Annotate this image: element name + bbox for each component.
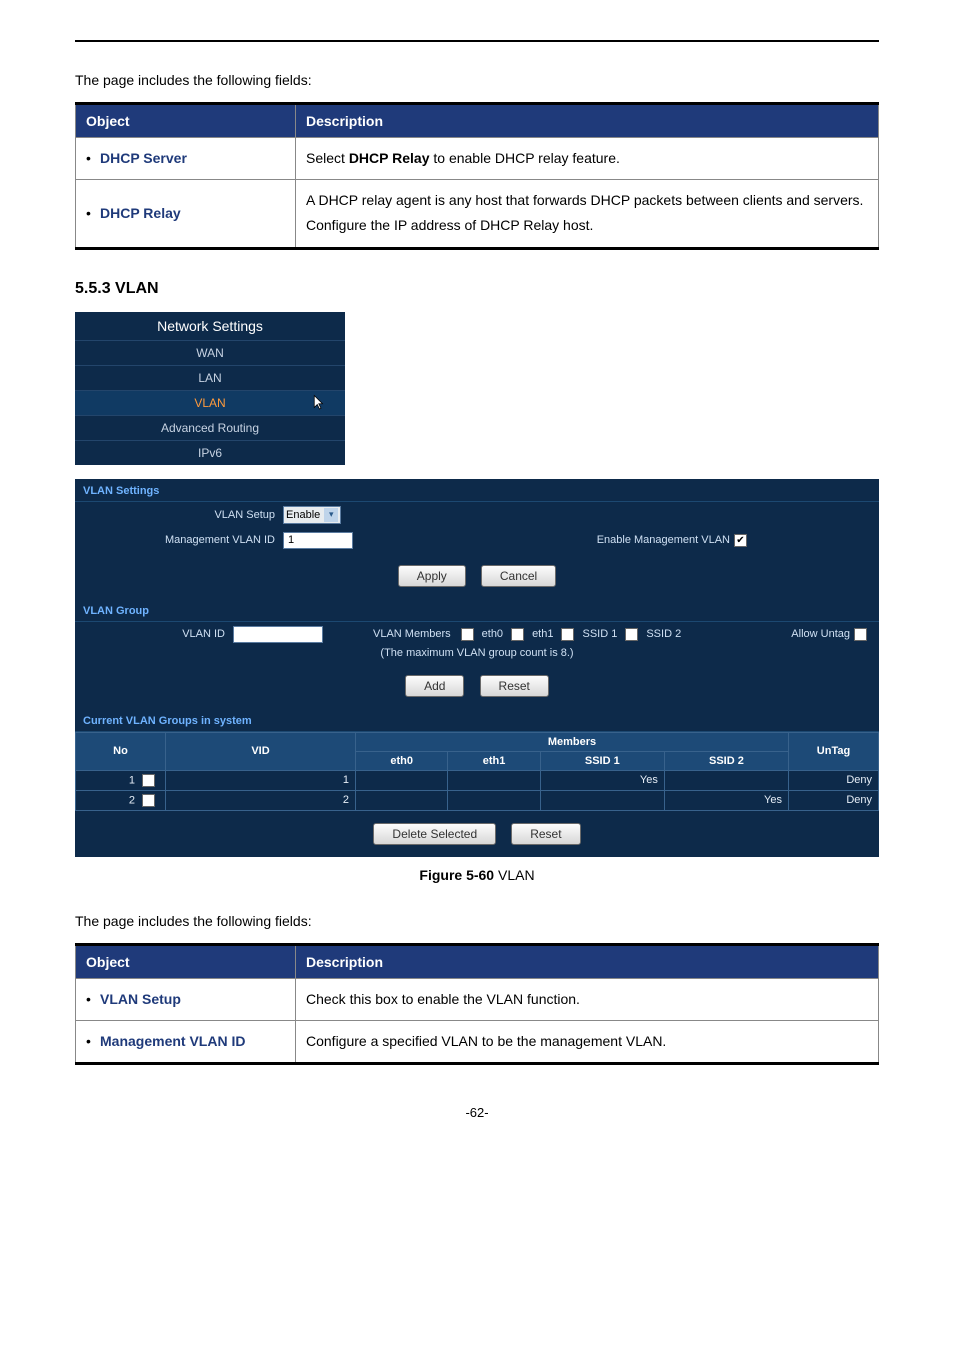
figure-caption: Figure 5-60 VLAN <box>75 867 879 883</box>
figure-caption-bold: Figure 5-60 <box>419 867 494 883</box>
obj-mgmt-vlan-id: •Management VLAN ID <box>76 1020 296 1063</box>
desc-dhcp-server: Select DHCP Relay to enable DHCP relay f… <box>296 138 879 180</box>
row1-eth0 <box>356 770 448 790</box>
intro-text-1: The page includes the following fields: <box>75 72 879 88</box>
desc-pre: Select <box>306 150 349 166</box>
vlan-setup-label: VLAN Setup <box>83 509 283 521</box>
current-groups-title: Current VLAN Groups in system <box>75 709 879 732</box>
cursor-icon <box>309 394 327 417</box>
obj-vlan-setup-label: VLAN Setup <box>100 991 181 1007</box>
desc-bold: DHCP Relay <box>349 150 430 166</box>
vlan-panel: VLAN Settings VLAN Setup Enable ▾ Manage… <box>75 479 879 857</box>
nav-item-wan[interactable]: WAN <box>75 340 345 365</box>
desc-mgmt-vlan-id: Configure a specified VLAN to be the man… <box>296 1020 879 1063</box>
row2-eth1 <box>448 790 540 810</box>
nav-item-vlan-label: VLAN <box>194 396 225 410</box>
row2-vid: 2 <box>166 790 356 810</box>
mgmt-vlan-id-label: Management VLAN ID <box>83 534 283 546</box>
row1-ssid1: Yes <box>540 770 664 790</box>
intro-text-2: The page includes the following fields: <box>75 913 879 929</box>
row2-untag: Deny <box>789 790 879 810</box>
vlan-group-note: (The maximum VLAN group count is 8.) <box>75 647 879 663</box>
member-ssid2-label: SSID 2 <box>646 628 681 640</box>
row2-no: 2 <box>76 790 166 810</box>
row1-eth1 <box>448 770 540 790</box>
vlan-id-label: VLAN ID <box>83 628 233 640</box>
enable-mgmt-vlan-checkbox[interactable]: ✔ <box>734 534 747 547</box>
desc-relay-l2: Configure the IP address of DHCP Relay h… <box>306 213 868 238</box>
row2-checkbox[interactable] <box>142 794 155 807</box>
obj-dhcp-relay-label: DHCP Relay <box>100 205 181 221</box>
table-row: 2 2 Yes Deny <box>76 790 879 810</box>
row1-ssid2 <box>664 770 788 790</box>
th-eth1: eth1 <box>448 751 540 770</box>
row1-vid: 1 <box>166 770 356 790</box>
vlan-members-label: VLAN Members <box>373 628 451 640</box>
chevron-down-icon: ▾ <box>324 508 338 522</box>
vlan-groups-table: No VID Members UnTag eth0 eth1 SSID 1 SS… <box>75 732 879 811</box>
obj-dhcp-server-label: DHCP Server <box>100 150 187 166</box>
vlan-group-title: VLAN Group <box>75 599 879 622</box>
allow-untag-label: Allow Untag <box>791 628 850 640</box>
nav-title: Network Settings <box>75 312 345 340</box>
nav-item-ipv6[interactable]: IPv6 <box>75 440 345 465</box>
figure-caption-rest: VLAN <box>494 867 534 883</box>
obj-vlan-setup: •VLAN Setup <box>76 978 296 1020</box>
member-eth1-label: eth1 <box>532 628 553 640</box>
obj-dhcp-relay: •DHCP Relay <box>76 180 296 248</box>
th-no: No <box>76 732 166 770</box>
fields-table-1: Object Description •DHCP Server Select D… <box>75 102 879 250</box>
obj-dhcp-server: •DHCP Server <box>76 138 296 180</box>
th-ssid1: SSID 1 <box>540 751 664 770</box>
th-vid: VID <box>166 732 356 770</box>
vlan-setup-select[interactable]: Enable ▾ <box>283 506 341 524</box>
th-ssid2: SSID 2 <box>664 751 788 770</box>
row1-untag: Deny <box>789 770 879 790</box>
member-ssid2-checkbox[interactable] <box>625 628 638 641</box>
th2-object: Object <box>76 944 296 978</box>
member-eth0-label: eth0 <box>482 628 503 640</box>
table-row: 1 1 Yes Deny <box>76 770 879 790</box>
member-eth0-checkbox[interactable] <box>461 628 474 641</box>
nav-item-lan[interactable]: LAN <box>75 365 345 390</box>
th2-description: Description <box>296 944 879 978</box>
row2-ssid2: Yes <box>664 790 788 810</box>
delete-selected-button[interactable]: Delete Selected <box>373 823 496 845</box>
vlan-id-input[interactable] <box>233 626 323 643</box>
row2-ssid1 <box>540 790 664 810</box>
reset-button[interactable]: Reset <box>480 675 549 697</box>
nav-item-vlan[interactable]: VLAN <box>75 390 345 415</box>
member-ssid1-checkbox[interactable] <box>561 628 574 641</box>
add-button[interactable]: Add <box>405 675 464 697</box>
desc-relay-l1: A DHCP relay agent is any host that forw… <box>306 188 868 213</box>
fields-table-2: Object Description •VLAN Setup Check thi… <box>75 943 879 1065</box>
section-heading: 5.5.3 VLAN <box>75 280 879 298</box>
row1-checkbox[interactable] <box>142 774 155 787</box>
mgmt-vlan-id-input[interactable]: 1 <box>283 532 353 549</box>
th-eth0: eth0 <box>356 751 448 770</box>
member-eth1-checkbox[interactable] <box>511 628 524 641</box>
row2-eth0 <box>356 790 448 810</box>
reset2-button[interactable]: Reset <box>511 823 580 845</box>
vlan-settings-title: VLAN Settings <box>75 479 879 502</box>
member-ssid1-label: SSID 1 <box>582 628 617 640</box>
vlan-setup-value: Enable <box>286 509 320 521</box>
nav-sidebar: Network Settings WAN LAN VLAN Advanced R… <box>75 312 345 465</box>
th-members: Members <box>356 732 789 751</box>
nav-item-advanced-routing[interactable]: Advanced Routing <box>75 415 345 440</box>
enable-mgmt-vlan-label: Enable Management VLAN <box>597 534 730 546</box>
cancel-button[interactable]: Cancel <box>481 565 556 587</box>
page-number: -62- <box>75 1105 879 1120</box>
th-object: Object <box>76 104 296 138</box>
desc-dhcp-relay: A DHCP relay agent is any host that forw… <box>296 180 879 248</box>
th-untag: UnTag <box>789 732 879 770</box>
th-description: Description <box>296 104 879 138</box>
top-rule <box>75 40 879 42</box>
row1-no: 1 <box>76 770 166 790</box>
apply-button[interactable]: Apply <box>398 565 466 587</box>
obj-mgmt-vlan-id-label: Management VLAN ID <box>100 1033 245 1049</box>
desc-post: to enable DHCP relay feature. <box>429 150 619 166</box>
allow-untag-checkbox[interactable] <box>854 628 867 641</box>
desc-vlan-setup: Check this box to enable the VLAN functi… <box>296 978 879 1020</box>
